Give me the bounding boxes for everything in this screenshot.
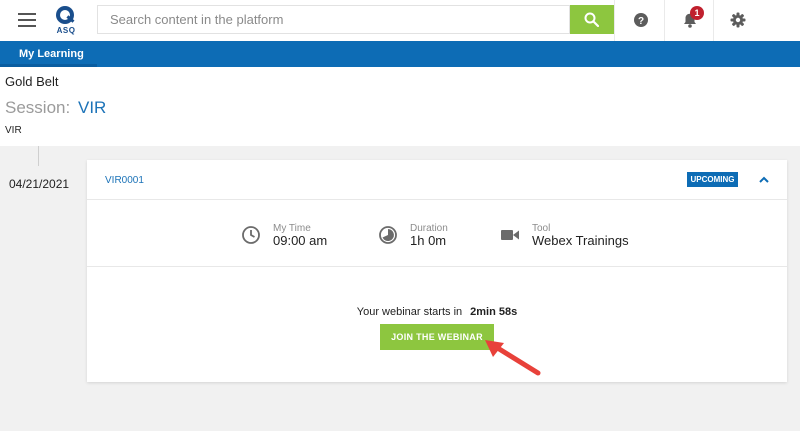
divider (614, 0, 615, 41)
gear-icon[interactable] (728, 10, 748, 30)
session-details: My Time 09:00 am Duration 1h 0m Tool Web… (87, 201, 787, 267)
chevron-up-icon[interactable] (757, 173, 771, 187)
help-icon[interactable]: ? (631, 10, 651, 30)
video-camera-icon (501, 230, 519, 240)
session-code-link[interactable]: VIR0001 (105, 175, 144, 186)
session-name: VIR (78, 98, 107, 117)
main-nav: My Learning (0, 41, 800, 67)
annotation-arrow-icon (485, 340, 541, 376)
session-subtitle: VIR (5, 125, 22, 136)
menu-icon[interactable] (18, 13, 36, 27)
countdown-text: Your webinar starts in (356, 306, 463, 318)
join-webinar-button[interactable]: JOIN THE WEBINAR (380, 324, 494, 350)
divider (713, 0, 714, 41)
search-box (97, 5, 570, 34)
search-button[interactable] (570, 5, 614, 34)
session-label: Session: (5, 98, 71, 117)
notification-badge: 1 (690, 6, 704, 20)
duration-icon (379, 226, 397, 244)
timeline-line (38, 146, 39, 166)
top-bar: ASQ ? 1 (0, 0, 800, 41)
detail-value: 09:00 am (273, 233, 328, 248)
search-icon (584, 12, 599, 27)
svg-text:?: ? (638, 16, 644, 27)
session-card: VIR0001 UPCOMING My Time 09:00 am Durati… (87, 160, 787, 382)
clock-icon (242, 226, 260, 244)
asq-logo[interactable]: ASQ (54, 4, 78, 36)
logo-text: ASQ (56, 26, 76, 35)
program-title: Gold Belt (5, 74, 59, 89)
session-date: 04/21/2021 (9, 177, 70, 191)
session-header: Gold Belt Session: VIR VIR (0, 67, 800, 146)
logo-mark-icon (56, 6, 75, 24)
detail-value: Webex Trainings (532, 233, 629, 248)
search-input[interactable] (98, 6, 569, 33)
card-header: VIR0001 UPCOMING (87, 160, 787, 200)
divider (664, 0, 665, 41)
countdown: Your webinar starts in 2min 58s (87, 306, 787, 318)
countdown-value: 2min 58s (470, 306, 518, 318)
detail-value: 1h 0m (410, 233, 447, 248)
status-badge: UPCOMING (687, 172, 738, 187)
nav-my-learning[interactable]: My Learning (19, 48, 84, 60)
